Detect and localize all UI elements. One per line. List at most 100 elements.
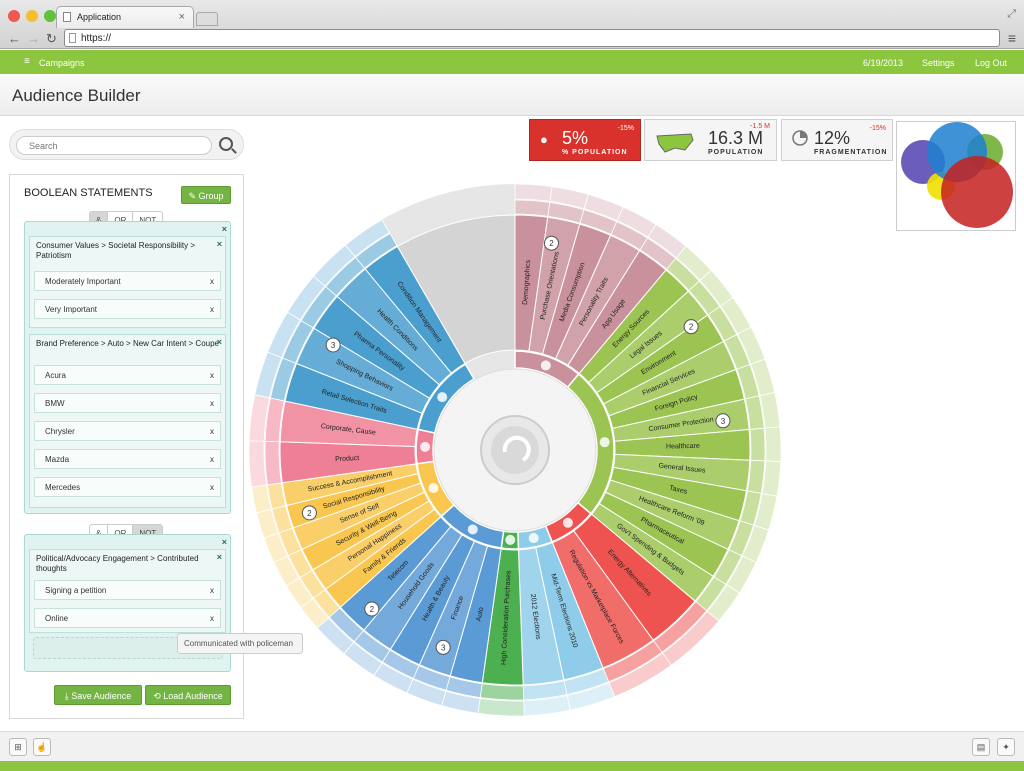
- window-controls: [8, 10, 56, 22]
- wheel-outer-segment[interactable]: [764, 426, 782, 463]
- stat-label: FRAGMENTATION: [814, 149, 888, 156]
- remove-item-icon[interactable]: x: [210, 399, 214, 408]
- item-label: Very Important: [45, 305, 98, 314]
- folder-icon[interactable]: ▤: [972, 738, 990, 756]
- stat-value: 12%: [814, 128, 851, 148]
- globe-icon: [599, 437, 610, 448]
- address-bar[interactable]: https://: [64, 29, 1000, 47]
- statement-item[interactable]: Mercedes x: [34, 477, 221, 497]
- people-icon: [540, 360, 551, 371]
- chart-icon: [528, 533, 539, 544]
- statement-item[interactable]: Acura x: [34, 365, 221, 385]
- lightbulb-icon[interactable]: ✦: [997, 738, 1015, 756]
- settings-link[interactable]: Settings: [922, 58, 955, 68]
- stat-value: 16.3 M: [708, 128, 764, 148]
- hamburger-icon[interactable]: ≡: [24, 56, 30, 67]
- tab-close-icon[interactable]: ×: [179, 11, 185, 23]
- statement-title: Consumer Values > Societal Responsibilit…: [36, 241, 196, 260]
- tab-title: Application: [77, 12, 122, 22]
- remove-statement-icon[interactable]: ×: [217, 552, 222, 562]
- remove-item-icon[interactable]: x: [210, 371, 214, 380]
- remove-item-icon[interactable]: x: [210, 427, 214, 436]
- load-audience-button[interactable]: ⟲ Load Audience: [145, 685, 231, 705]
- item-label: Signing a petition: [45, 586, 107, 595]
- statement-item[interactable]: Mazda x: [34, 449, 221, 469]
- item-label: Mercedes: [45, 483, 81, 492]
- remove-item-icon[interactable]: x: [210, 614, 214, 623]
- campaigns-menu[interactable]: Campaigns: [39, 58, 85, 68]
- remove-item-icon[interactable]: x: [210, 305, 214, 314]
- top-nav: ≡ Campaigns 6/19/2013 Settings Log Out: [0, 50, 1024, 74]
- wheel-outer-segment[interactable]: [477, 698, 525, 717]
- stat-delta: -15%: [617, 125, 634, 132]
- count-badge-label: 2: [549, 239, 554, 248]
- count-badge-label: 3: [721, 417, 726, 426]
- wheel-label: Product: [335, 455, 360, 463]
- page-header: Audience Builder: [0, 74, 1024, 116]
- leaf-icon: [562, 517, 573, 528]
- statement-item[interactable]: Signing a petition x: [34, 580, 221, 600]
- statement-item[interactable]: BMW x: [34, 393, 221, 413]
- browser-tab[interactable]: Application ×: [56, 6, 194, 28]
- page-title: Audience Builder: [12, 86, 141, 105]
- save-audience-button[interactable]: ⤓ Save Audience: [54, 685, 142, 705]
- page-icon: [63, 12, 71, 22]
- count-badge-label: 2: [370, 605, 375, 614]
- venn-diagram: [896, 121, 1016, 231]
- logout-link[interactable]: Log Out: [975, 58, 1007, 68]
- home-icon: [505, 534, 516, 545]
- statement-block: × Brand Preference > Auto > New Car Inte…: [29, 334, 226, 508]
- fullscreen-icon[interactable]: ⤢: [1007, 8, 1016, 21]
- zoom-window-button[interactable]: [44, 10, 56, 22]
- group-button-label: Group: [198, 191, 224, 201]
- award-icon: [467, 524, 478, 535]
- browser-chrome: Application × ⤢ ← → ↻ https:// ≡: [0, 0, 1024, 49]
- item-label: Moderately Important: [45, 277, 121, 286]
- close-window-button[interactable]: [8, 10, 20, 22]
- remove-statement-icon[interactable]: ×: [217, 337, 222, 347]
- wheel-ring-segment[interactable]: [514, 199, 551, 217]
- reload-icon[interactable]: ↻: [46, 31, 57, 47]
- statement-item[interactable]: Online x: [34, 608, 221, 628]
- item-label: BMW: [45, 399, 65, 408]
- panel-title: BOOLEAN STATEMENTS: [24, 187, 153, 199]
- wheel-outer-segment[interactable]: [514, 183, 553, 202]
- item-label: Mazda: [45, 455, 70, 464]
- remove-item-icon[interactable]: x: [210, 586, 214, 595]
- new-tab-button[interactable]: [196, 12, 218, 26]
- count-badge-label: 3: [331, 341, 336, 350]
- network-icon[interactable]: ⊞: [9, 738, 27, 756]
- remove-group-icon[interactable]: ×: [222, 537, 227, 547]
- stat-delta: -1.5 M: [750, 123, 770, 130]
- search-icon[interactable]: [219, 137, 233, 151]
- statement-block: × Political/Advocacy Engagement > Contri…: [29, 549, 226, 633]
- dollar-icon: [437, 392, 448, 403]
- wheel-outer-segment[interactable]: [248, 440, 267, 488]
- remove-item-icon[interactable]: x: [210, 455, 214, 464]
- touch-icon[interactable]: ☝: [33, 738, 51, 756]
- statement-block: × Consumer Values > Societal Responsibil…: [29, 236, 226, 328]
- wheel-ring-segment[interactable]: [264, 440, 282, 486]
- pie-icon: [792, 130, 808, 146]
- minimize-window-button[interactable]: [26, 10, 38, 22]
- group-button[interactable]: ✎ Group: [181, 186, 231, 204]
- wheel-ring-segment[interactable]: [749, 427, 766, 462]
- person-icon: ●: [540, 132, 548, 147]
- back-icon[interactable]: ←: [8, 31, 21, 47]
- statement-item[interactable]: Moderately Important x: [34, 271, 221, 291]
- search-input[interactable]: [16, 136, 212, 155]
- item-label: Online: [45, 614, 69, 623]
- remove-group-icon[interactable]: ×: [222, 224, 227, 234]
- wheel-ring-segment[interactable]: [479, 683, 525, 701]
- remove-statement-icon[interactable]: ×: [217, 239, 222, 249]
- search-bar: [9, 129, 244, 160]
- statement-item[interactable]: Chrysler x: [34, 421, 221, 441]
- bank-icon: [428, 483, 439, 494]
- statement-item[interactable]: Very Important x: [34, 299, 221, 319]
- remove-item-icon[interactable]: x: [210, 483, 214, 492]
- stat-label: POPULATION: [708, 149, 764, 156]
- remove-item-icon[interactable]: x: [210, 277, 214, 286]
- bottom-toolbar: ⊞ ☝ ▤ ✦: [0, 731, 1024, 761]
- browser-menu-icon[interactable]: ≡: [1008, 30, 1016, 46]
- forward-icon[interactable]: →: [27, 31, 40, 47]
